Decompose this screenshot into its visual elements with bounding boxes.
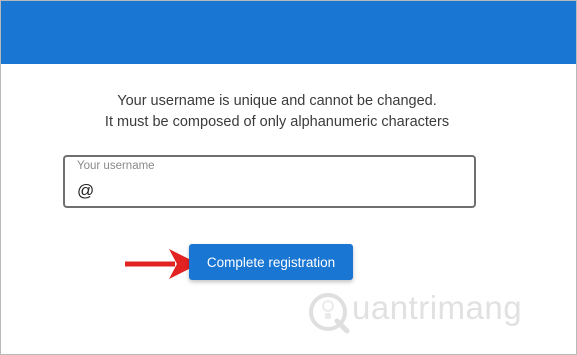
username-field[interactable]: Your username @ — [63, 155, 476, 208]
quantrimang-logo-icon — [309, 293, 350, 334]
watermark-text: uantrimang — [352, 289, 523, 326]
username-field-value[interactable]: @ — [77, 181, 94, 201]
header-bar — [1, 1, 576, 64]
quantrimang-watermark: uantrimang — [306, 287, 536, 339]
username-field-label: Your username — [77, 160, 155, 172]
info-line-2: It must be composed of only alphanumeric… — [104, 114, 450, 130]
info-line-1: Your username is unique and cannot be ch… — [117, 93, 437, 109]
registration-page: Your username is unique and cannot be ch… — [0, 0, 577, 355]
complete-registration-button[interactable]: Complete registration — [189, 244, 353, 280]
username-info: Your username is unique and cannot be ch… — [1, 91, 553, 133]
